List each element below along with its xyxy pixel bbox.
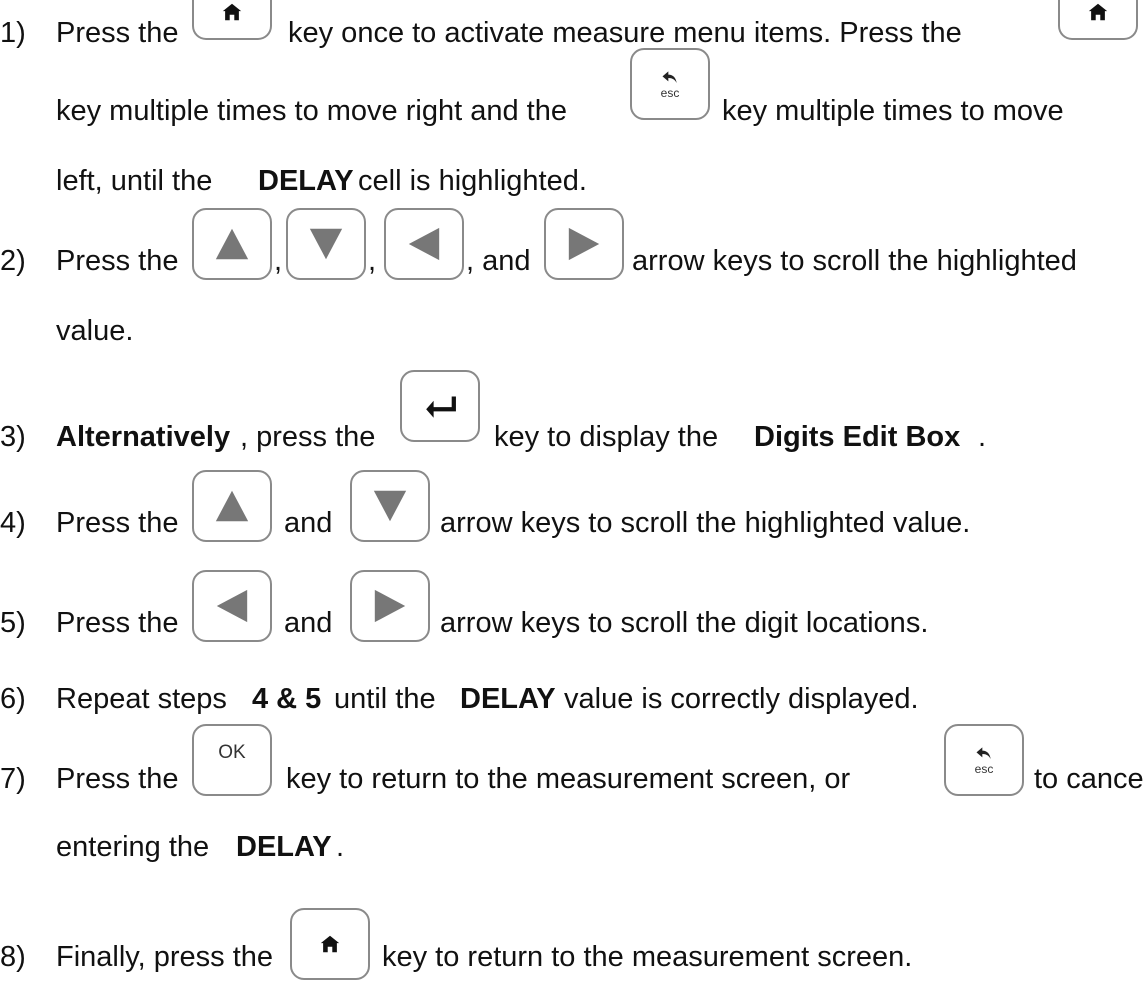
enter-key[interactable] [400, 370, 480, 442]
step-text: key to return to the measurement screen,… [286, 763, 851, 795]
step-text: until the [334, 683, 436, 715]
down-key[interactable] [286, 208, 366, 280]
step-number: 2) [0, 245, 26, 277]
esc-label: esc [974, 762, 994, 776]
step-text: Press the [56, 17, 179, 49]
step-text: left, until the [56, 165, 213, 197]
step-text: arrow keys to scroll the highlighted val… [440, 507, 971, 539]
esc-key[interactable]: esc [944, 724, 1024, 796]
home-icon [317, 933, 343, 955]
step-text: value is correctly displayed. [564, 683, 919, 715]
step-number: 4) [0, 507, 26, 539]
step-text: to cancel [1034, 763, 1144, 795]
step-text: , and [466, 245, 531, 277]
step-number: 1) [0, 17, 26, 49]
step-text: arrow keys to scroll the highlighted [632, 245, 1077, 277]
step-bold: DELAY [258, 165, 354, 197]
home-key[interactable] [1058, 0, 1138, 40]
back-esc-icon [974, 744, 994, 764]
step-text: Finally, press the [56, 941, 274, 973]
arrow-right-icon [371, 587, 409, 625]
step-bold: Digits Edit Box [754, 421, 961, 453]
step-text: . [978, 421, 987, 453]
step-number: 8) [0, 941, 26, 973]
step-text: Press the [56, 507, 179, 539]
step-text: key to display the [494, 421, 719, 453]
step-text: Repeat steps [56, 683, 227, 715]
step-number: 3) [0, 421, 26, 453]
step-text: , [368, 245, 377, 277]
step-text: key to return to the measurement screen. [382, 941, 913, 973]
step-text: . [336, 831, 345, 863]
step-number: 6) [0, 683, 26, 715]
right-key[interactable] [544, 208, 624, 280]
step-text: value. [56, 315, 134, 347]
esc-label: esc [660, 86, 680, 100]
arrow-right-icon [565, 225, 603, 263]
arrow-down-icon [307, 225, 345, 263]
left-key[interactable] [384, 208, 464, 280]
step-text: Press the [56, 245, 179, 277]
step-text: , [274, 245, 283, 277]
step-bold: DELAY [460, 683, 556, 715]
home-key[interactable] [192, 0, 272, 40]
enter-icon [423, 393, 457, 419]
up-key[interactable] [192, 208, 272, 280]
back-esc-icon [660, 68, 680, 88]
step-text: arrow keys to scroll the digit locations… [440, 607, 929, 639]
step-text: key once to activate measure menu items.… [288, 17, 962, 49]
home-icon [1085, 1, 1111, 23]
step-text: and [284, 507, 333, 539]
step-text: key multiple times to move [722, 95, 1064, 127]
step-text: key multiple times to move right and the [56, 95, 567, 127]
arrow-down-icon [371, 487, 409, 525]
step-text: entering the [56, 831, 210, 863]
step-text: and [284, 607, 333, 639]
home-key[interactable] [290, 908, 370, 980]
step-number: 5) [0, 607, 26, 639]
step-number: 7) [0, 763, 26, 795]
arrow-up-icon [213, 225, 251, 263]
step-text: Press the [56, 607, 179, 639]
esc-key[interactable]: esc [630, 48, 710, 120]
ok-key[interactable]: OK [192, 724, 272, 796]
step-text: , press the [240, 421, 376, 453]
arrow-left-icon [213, 587, 251, 625]
step-bold: Alternatively [56, 421, 231, 453]
home-icon [219, 1, 245, 23]
step-text: Press the [56, 763, 179, 795]
step-bold: DELAY [236, 831, 332, 863]
arrow-up-icon [213, 487, 251, 525]
down-key[interactable] [350, 470, 430, 542]
step-bold: 4 & 5 [252, 683, 322, 715]
left-key[interactable] [192, 570, 272, 642]
up-key[interactable] [192, 470, 272, 542]
arrow-left-icon [405, 225, 443, 263]
ok-label: OK [218, 742, 246, 763]
right-key[interactable] [350, 570, 430, 642]
step-text: cell is highlighted. [358, 165, 587, 197]
